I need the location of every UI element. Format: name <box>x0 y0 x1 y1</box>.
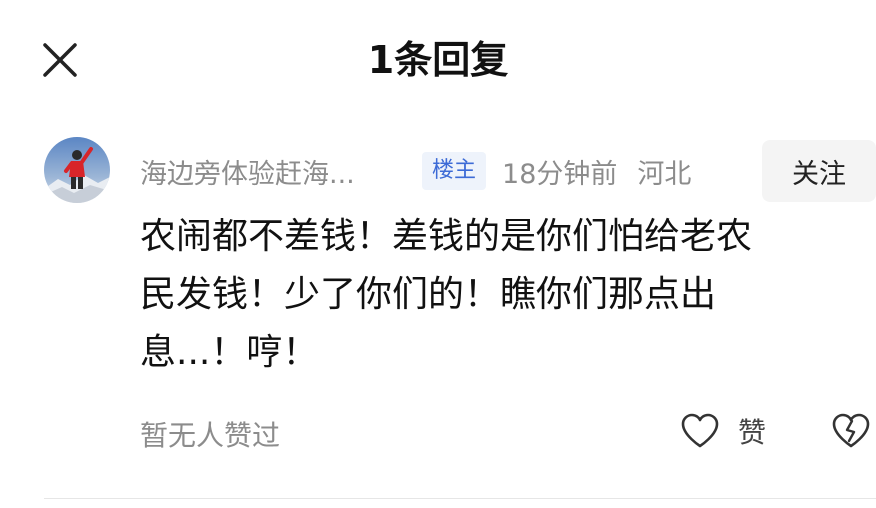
likes-status: 暂无人赞过 <box>140 419 281 452</box>
like-button[interactable]: 赞 <box>680 408 766 454</box>
broken-heart-icon <box>832 413 870 448</box>
like-label: 赞 <box>738 416 767 449</box>
comment-line: 息...！哼！ <box>140 332 319 373</box>
comment-line: 民发钱！少了你们的！瞧你们那点出 <box>140 274 717 315</box>
follow-button[interactable]: 关注 <box>762 140 876 202</box>
comment-text[interactable]: 农闹都不差钱！差钱的是你们怕给老农 民发钱！少了你们的！瞧你们那点出 息...！… <box>140 208 860 382</box>
comment-location: 河北 <box>637 158 692 190</box>
username[interactable]: 海边旁体验赶海... <box>140 152 400 191</box>
comment-meta: 海边旁体验赶海... 楼主 18分钟前 河北 <box>140 144 691 198</box>
divider <box>44 498 876 499</box>
author-badge: 楼主 <box>422 152 487 190</box>
page-title: 1条回复 <box>367 38 509 82</box>
header: 1条回复 <box>0 0 876 120</box>
dislike-button[interactable] <box>830 410 872 452</box>
comment-actions: 暂无人赞过 赞 <box>140 408 876 454</box>
comment-time: 18分钟前 <box>502 158 618 190</box>
comment-line: 农闹都不差钱！差钱的是你们怕给老农 <box>140 216 753 257</box>
avatar[interactable] <box>44 137 110 203</box>
heart-icon <box>681 413 719 448</box>
